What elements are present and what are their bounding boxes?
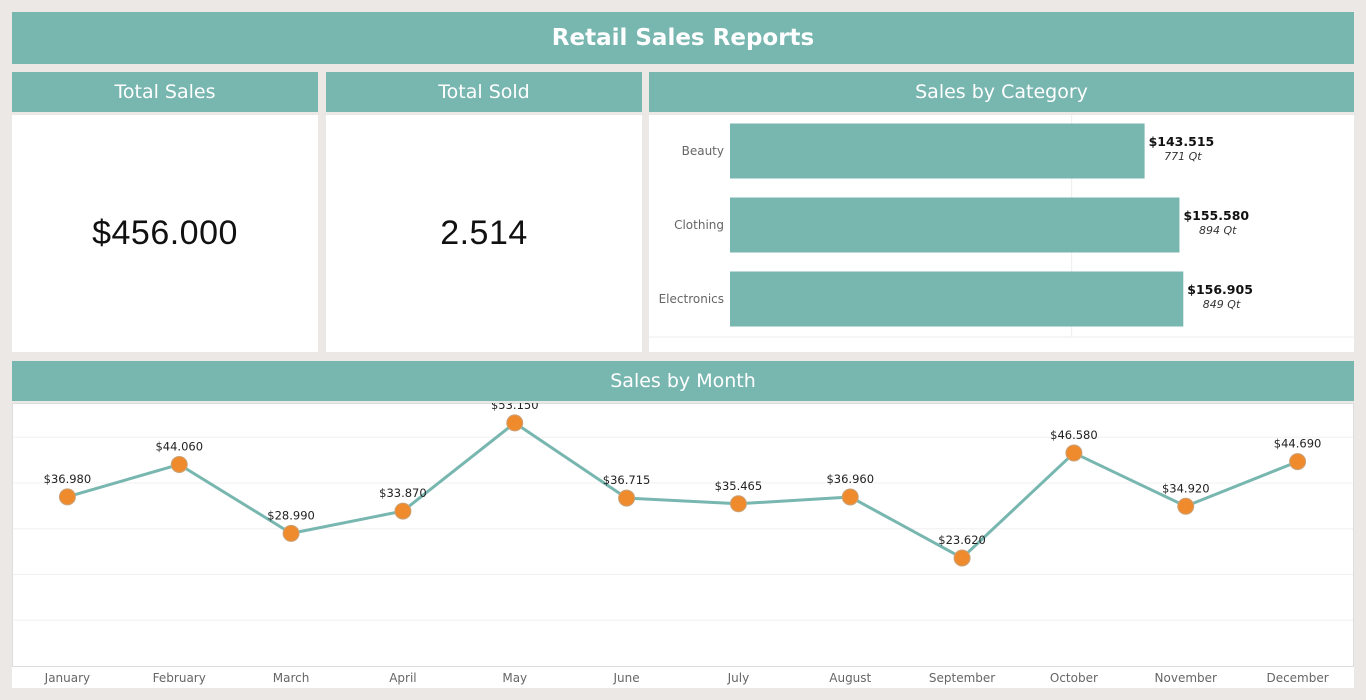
category-label: Electronics	[659, 292, 724, 306]
month-value-label: $53.150	[491, 403, 539, 412]
month-tick-label: June	[613, 671, 640, 685]
month-point	[1177, 497, 1195, 515]
month-tick-label: February	[153, 671, 206, 685]
category-bar	[730, 123, 1145, 179]
month-value-label: $36.960	[826, 472, 874, 486]
month-tick-label: July	[727, 671, 750, 685]
category-label: Clothing	[674, 218, 724, 232]
category-quantity-label: 849 Qt	[1203, 298, 1241, 311]
category-value-label: $155.580	[1183, 208, 1249, 223]
month-value-label: $34.920	[1162, 481, 1210, 495]
month-tick-label: April	[389, 671, 416, 685]
month-chart-title: Sales by Month	[12, 361, 1354, 401]
month-tick-label: August	[829, 671, 871, 685]
total-sold-value: 2.514	[440, 214, 528, 252]
category-chart-panel: Beauty $143.515 771 Qt Clothing $155.580 894 …	[649, 115, 1354, 352]
month-point	[841, 488, 859, 506]
category-value-label: $156.905	[1187, 282, 1253, 297]
total-sold-title: Total Sold	[326, 72, 642, 112]
category-bar	[730, 197, 1180, 253]
month-point	[394, 502, 412, 520]
category-label: Beauty	[682, 144, 724, 158]
month-tick-label: September	[929, 671, 995, 685]
month-value-label: $28.990	[267, 508, 315, 522]
month-point	[282, 524, 300, 542]
month-plot-frame	[12, 403, 1354, 667]
month-tick-label: October	[1050, 671, 1098, 685]
month-tick-label: December	[1266, 671, 1328, 685]
month-point	[170, 455, 188, 473]
month-point	[58, 488, 76, 506]
category-bar-chart: Beauty $143.515771 Qt Clothing $155.580894 …	[649, 115, 1354, 338]
total-sold-panel: 2.514	[326, 115, 642, 352]
month-point	[1289, 453, 1307, 471]
total-sales-title: Total Sales	[12, 72, 318, 112]
category-quantity-label: 771 Qt	[1164, 150, 1202, 163]
month-tick-label: March	[273, 671, 310, 685]
month-value-label: $44.060	[155, 439, 203, 453]
month-value-label: $23.620	[938, 533, 986, 547]
month-value-label: $36.980	[44, 472, 92, 486]
month-sales-line	[66, 421, 1299, 560]
category-quantity-label: 894 Qt	[1199, 224, 1237, 237]
month-tick-label: November	[1155, 671, 1217, 685]
month-value-label: $33.870	[379, 486, 427, 500]
month-value-label: $46.580	[1050, 428, 1098, 442]
month-point	[506, 414, 524, 432]
month-point	[953, 549, 971, 567]
dashboard-title: Retail Sales Reports	[12, 12, 1354, 64]
month-tick-label: January	[44, 671, 91, 685]
category-bar	[730, 271, 1184, 327]
total-sales-panel: $456.000	[12, 115, 318, 352]
month-value-label: $35.465	[715, 479, 763, 493]
category-chart-title: Sales by Category	[649, 72, 1354, 112]
month-point	[1065, 444, 1083, 462]
month-point	[729, 495, 747, 513]
month-chart-panel: $36.980 January $44.060 February $28.990 Marc…	[12, 398, 1354, 688]
month-tick-label: May	[502, 671, 527, 685]
category-value-label: $143.515	[1149, 134, 1215, 149]
month-line-chart: $36.980 January $44.060 February $28.990 Marc…	[12, 398, 1354, 685]
month-value-label: $44.690	[1274, 437, 1322, 451]
total-sales-value: $456.000	[92, 214, 238, 252]
month-value-label: $36.715	[603, 473, 651, 487]
month-point	[618, 489, 636, 507]
